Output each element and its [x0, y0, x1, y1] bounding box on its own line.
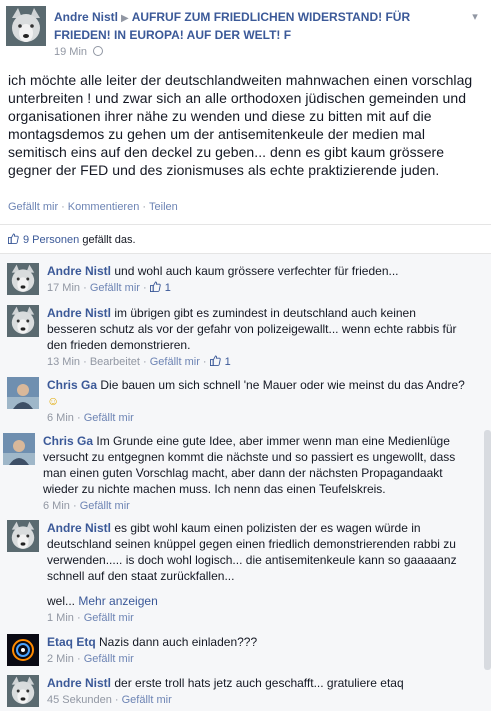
comment-like-button[interactable]: Gefällt mir	[84, 653, 134, 665]
commenter-name[interactable]: Andre Nistl	[47, 306, 111, 320]
comment-text: Im Grunde eine gute Idee, aber immer wen…	[43, 434, 456, 496]
post-timestamp[interactable]: 19 Min	[54, 46, 87, 58]
globe-icon	[93, 46, 104, 56]
comment-like-button[interactable]: Gefällt mir	[122, 694, 172, 706]
comment-like-count[interactable]: 1	[165, 282, 171, 294]
likes-suffix: gefällt das.	[82, 234, 136, 246]
comment-text: Die bauen um sich schnell 'ne Mauer oder…	[100, 378, 465, 392]
comment-like-button[interactable]: Gefällt mir	[90, 282, 140, 294]
comment-text: und wohl auch kaum grössere verfechter f…	[114, 264, 399, 278]
wolf-avatar-image	[7, 263, 39, 295]
person-avatar-image	[3, 433, 35, 465]
author-avatar[interactable]	[6, 6, 46, 46]
comment-timestamp[interactable]: 6 Min	[43, 500, 70, 512]
commenter-name[interactable]: Andre Nistl	[47, 521, 111, 535]
post-header: Andre Nistl ▶ AUFRUF ZUM FRIEDLICHEN WIDER…	[6, 6, 486, 62]
comment-timestamp[interactable]: 45 Sekunden	[47, 694, 112, 706]
comment-text: der erste troll hats jetz auch geschafft…	[114, 676, 404, 690]
commenter-name[interactable]: Andre Nistl	[47, 676, 111, 690]
comment-button[interactable]: Kommentieren	[68, 201, 140, 213]
comment-like-count[interactable]: 1	[225, 356, 231, 368]
wolf-avatar-image	[7, 305, 39, 337]
post-action-bar: Gefällt mir · Kommentieren · Teilen	[8, 201, 178, 213]
truncated-text: wel...	[47, 594, 76, 608]
wolf-avatar-image	[7, 675, 39, 707]
commenter-name[interactable]: Etaq Etq	[47, 635, 96, 649]
comment-like-button[interactable]: Gefällt mir	[84, 412, 134, 424]
comment-timestamp[interactable]: 6 Min	[47, 412, 74, 424]
comment-text: Nazis dann auch einladen???	[99, 635, 258, 649]
like-button[interactable]: Gefällt mir	[8, 201, 58, 213]
commenter-name[interactable]: Chris Ga	[47, 378, 97, 392]
commenter-avatar[interactable]	[7, 675, 39, 707]
likes-summary: 9 Personen gefällt das.	[8, 233, 136, 246]
thumbs-up-icon	[8, 233, 19, 244]
scrollbar[interactable]	[484, 430, 491, 670]
commenter-avatar[interactable]	[7, 377, 39, 409]
commenter-avatar[interactable]	[7, 520, 39, 552]
edited-label[interactable]: Bearbeitet	[90, 356, 140, 368]
arrow-right-icon: ▶	[121, 13, 129, 24]
divider	[0, 253, 491, 254]
commenter-name[interactable]: Chris Ga	[43, 434, 93, 448]
commenter-name[interactable]: Andre Nistl	[47, 264, 111, 278]
wolf-avatar-image	[6, 6, 46, 46]
comment-timestamp[interactable]: 2 Min	[47, 653, 74, 665]
thumbs-up-icon	[149, 281, 161, 292]
comment-timestamp[interactable]: 1 Min	[47, 612, 74, 624]
abstract-avatar-image	[7, 634, 39, 666]
comment-like-button[interactable]: Gefällt mir	[84, 612, 134, 624]
divider	[0, 224, 491, 225]
post-author-link[interactable]: Andre Nistl	[54, 10, 118, 24]
chevron-down-icon[interactable]: ▾	[468, 10, 482, 24]
commenter-avatar[interactable]	[7, 634, 39, 666]
comment-timestamp[interactable]: 13 Min	[47, 356, 80, 368]
commenter-avatar[interactable]	[7, 263, 39, 295]
show-more-link[interactable]: Mehr anzeigen	[78, 594, 157, 608]
comment-like-button[interactable]: Gefällt mir	[150, 356, 200, 368]
comment-like-button[interactable]: Gefällt mir	[80, 500, 130, 512]
likes-count-link[interactable]: 9 Personen	[23, 234, 79, 246]
smiley-icon: ☺	[47, 394, 60, 408]
commenter-avatar[interactable]	[7, 305, 39, 337]
post-body-text: ich möchte alle leiter der deutschlandwe…	[8, 72, 473, 178]
wolf-avatar-image	[7, 520, 39, 552]
commenter-avatar[interactable]	[3, 433, 35, 465]
separator: ·	[142, 201, 147, 213]
comment-timestamp[interactable]: 17 Min	[47, 282, 80, 294]
thumbs-up-icon	[209, 355, 221, 366]
share-button[interactable]: Teilen	[149, 201, 178, 213]
person-avatar-image	[7, 377, 39, 409]
separator: ·	[61, 201, 65, 213]
